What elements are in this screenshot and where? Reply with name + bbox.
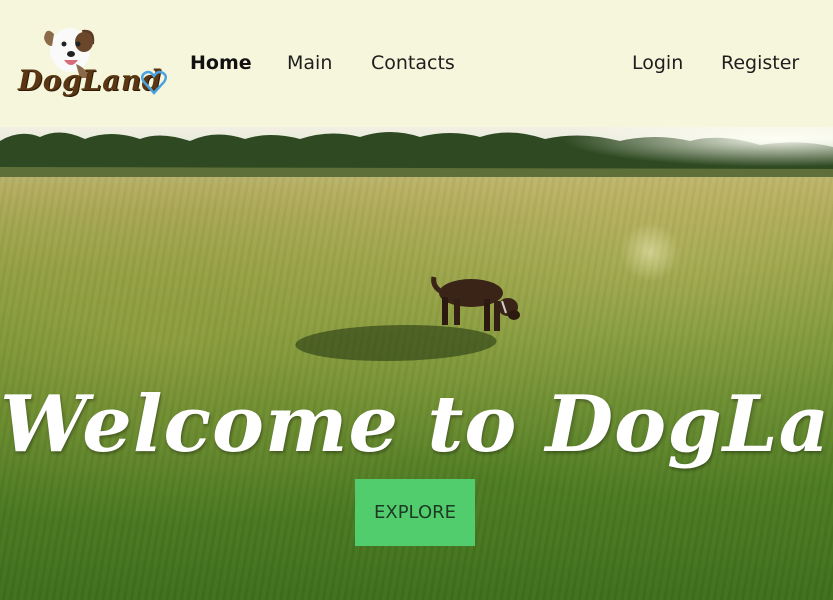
- hero-section: Welcome to DogLand EXPLORE: [0, 127, 833, 600]
- heart-icon: [141, 70, 167, 95]
- hero-title: Welcome to DogLand: [0, 379, 833, 470]
- logo[interactable]: DogLand: [18, 24, 170, 104]
- sun-flare: [620, 222, 680, 282]
- nav-register-link[interactable]: Register: [721, 52, 799, 74]
- navbar: DogLand Home Main Contacts Login Registe…: [0, 0, 833, 127]
- nav-main-link[interactable]: Main: [287, 52, 332, 74]
- nav-login-link[interactable]: Login: [632, 52, 683, 74]
- sky-haze: [560, 127, 833, 167]
- dog-photo: [431, 276, 520, 331]
- nav-home-link[interactable]: Home: [190, 52, 252, 74]
- explore-button[interactable]: EXPLORE: [355, 479, 475, 546]
- nav-contacts-link[interactable]: Contacts: [371, 52, 455, 74]
